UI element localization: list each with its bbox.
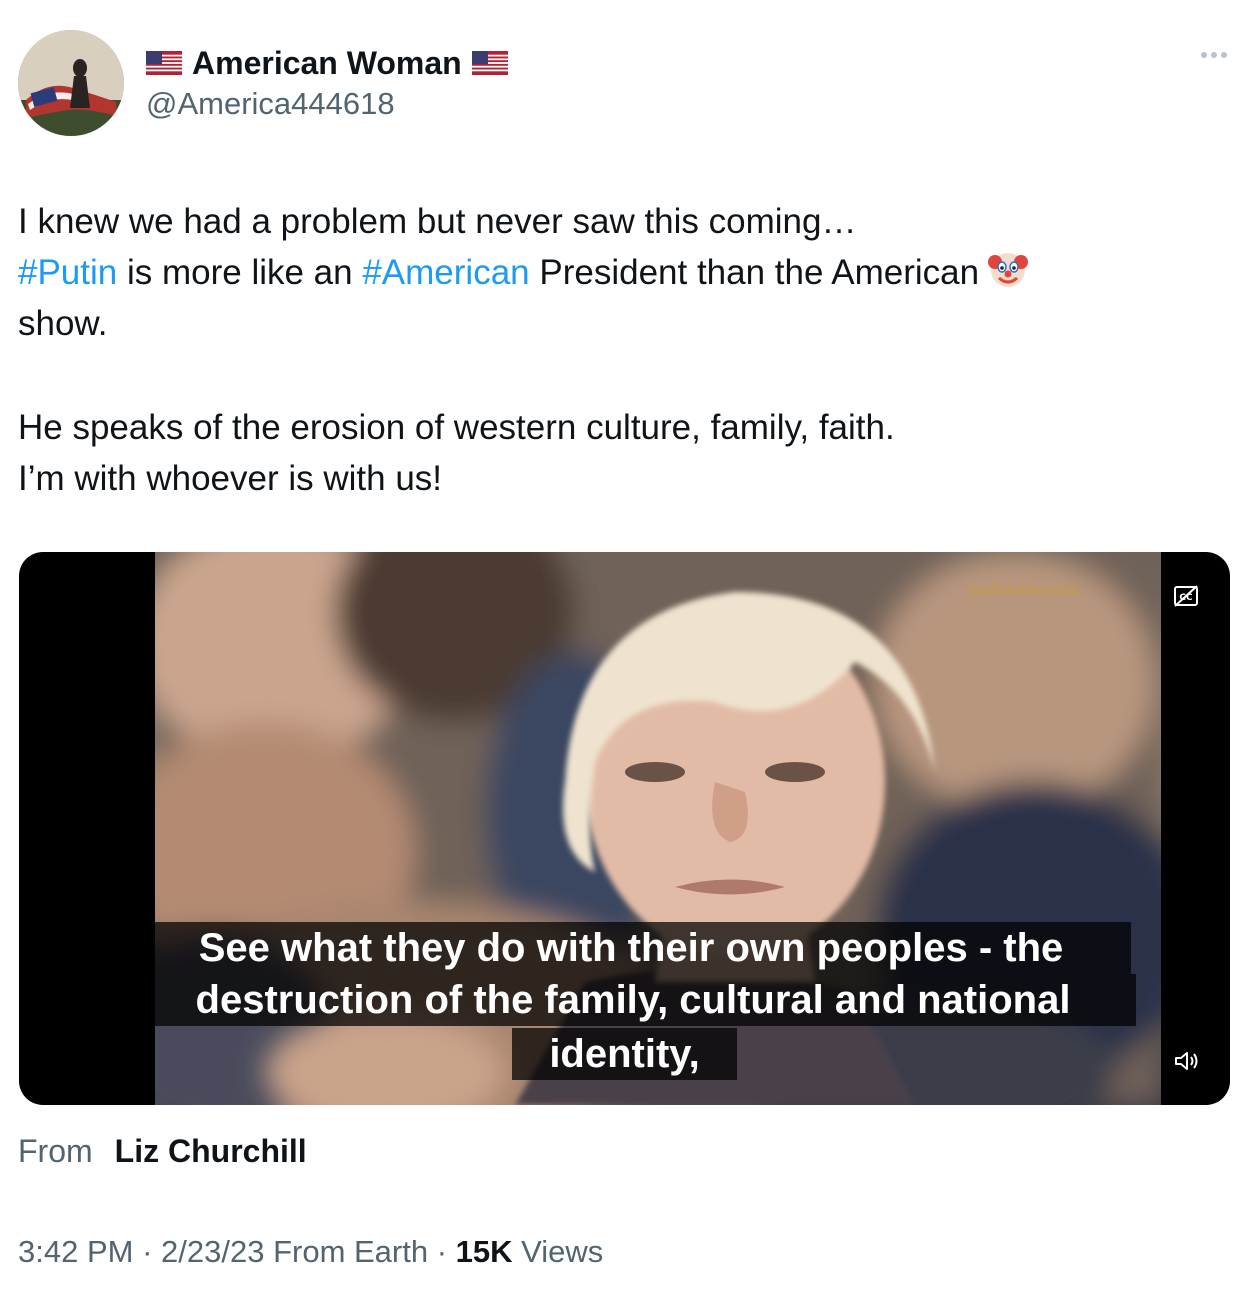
tweet-line: I knew we had a problem but never saw th… xyxy=(18,202,857,241)
author-handle[interactable]: @America444618 xyxy=(146,86,395,122)
tweet-line: He speaks of the erosion of western cult… xyxy=(18,408,895,447)
author-name-row[interactable]: American Woman xyxy=(146,42,508,84)
separator: · xyxy=(133,1234,162,1269)
tweet-text-span: President than the American xyxy=(529,253,980,292)
us-flag-icon xyxy=(471,51,508,75)
display-name[interactable]: American Woman xyxy=(192,45,462,82)
views-label: Views xyxy=(512,1234,604,1269)
video-watermark: me/IntelRepublic xyxy=(970,583,1084,598)
views-count: 15K xyxy=(455,1234,513,1269)
volume-icon[interactable] xyxy=(1173,1049,1201,1073)
tweet-text: I knew we had a problem but never saw th… xyxy=(18,196,1218,504)
media-attribution: From Liz Churchill xyxy=(18,1133,307,1170)
tweet-meta: 3:42 PM · 2/23/23 From Earth · 15K Views xyxy=(18,1234,603,1270)
tweet-line: #Putin is more like an #American Preside… xyxy=(18,247,1218,298)
us-flag-icon xyxy=(146,51,182,75)
more-options-icon[interactable] xyxy=(1201,52,1227,58)
video-subtitle-line: See what they do with their own peoples … xyxy=(131,922,1131,974)
hashtag-link[interactable]: #Putin xyxy=(18,253,117,292)
hashtag-link[interactable]: #American xyxy=(362,253,529,292)
avatar[interactable] xyxy=(18,30,124,136)
video-subtitle-line: destruction of the family, cultural and … xyxy=(130,974,1136,1026)
attribution-label: From xyxy=(18,1133,93,1169)
attribution-name[interactable]: Liz Churchill xyxy=(115,1133,307,1170)
tweet-time[interactable]: 3:42 PM xyxy=(18,1234,133,1269)
tweet-source: From Earth xyxy=(264,1234,429,1269)
tweet-text-span: is more like an xyxy=(117,253,363,292)
tweet-line: show. xyxy=(18,304,108,343)
video-subtitle-line: identity, xyxy=(512,1028,737,1080)
tweet-date[interactable]: 2/23/23 xyxy=(161,1234,264,1269)
separator: · xyxy=(428,1234,456,1269)
tweet-line: I’m with whoever is with us! xyxy=(18,459,443,498)
closed-captions-icon[interactable]: CC xyxy=(1173,584,1199,608)
clown-face-icon xyxy=(988,253,1029,287)
